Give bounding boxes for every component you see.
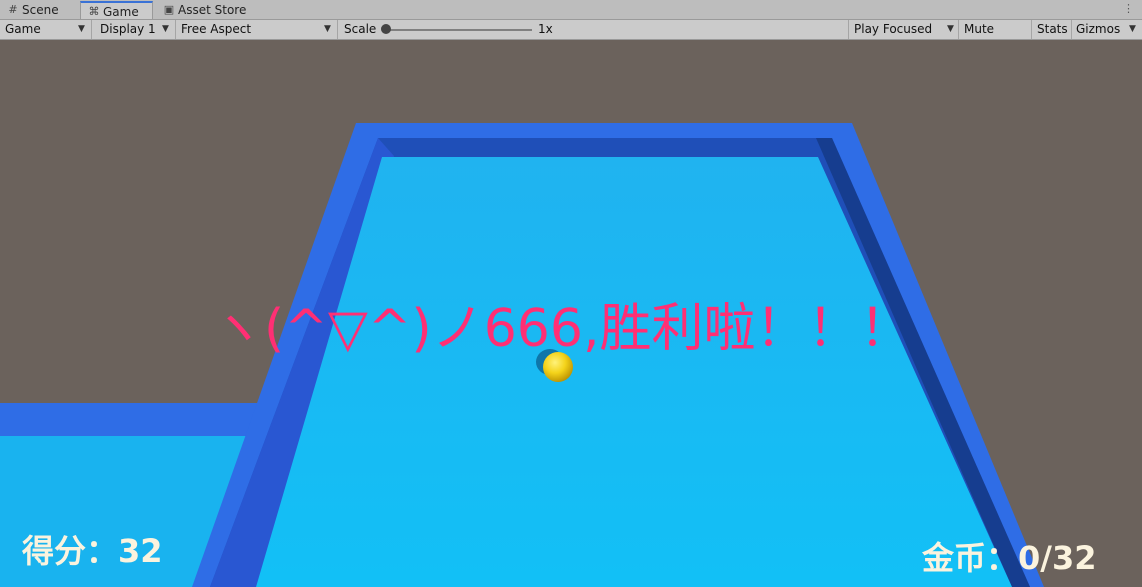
aspect-select-value: Free Aspect [181,22,252,36]
editor-tab-bar: # Scene ⌘ Game ▣ Asset Store ⋮ [0,0,1142,20]
chevron-down-icon: ▼ [324,24,331,34]
aspect-select[interactable]: Free Aspect ▼ [176,20,338,39]
more-menu-icon[interactable]: ⋮ [1123,0,1134,18]
chevron-down-icon: ▼ [162,24,169,34]
score-label: 得分： [22,532,119,570]
tab-asset-store-label: Asset Store [178,3,247,17]
main-platform-floor [256,157,1012,587]
gizmos-label: Gizmos [1076,22,1121,36]
tab-scene[interactable]: # Scene [0,1,80,19]
grid-icon: # [8,3,18,16]
coins-value: 0/32 [1018,539,1097,577]
gizmos-button[interactable]: Gizmos ▼ [1072,20,1142,39]
play-mode-select[interactable]: Play Focused ▼ [848,20,959,39]
view-select-value: Game [5,22,41,36]
tab-asset-store[interactable]: ▣ Asset Store [156,1,266,19]
game-view[interactable]: ヽ(^▽^)ノ666,胜利啦！！！ 得分：32 金币：0/32 [0,40,1142,587]
coins-label: 金币： [922,539,1019,577]
play-mode-value: Play Focused [854,22,933,36]
coins-display: 金币：0/32 [922,533,1097,579]
chevron-down-icon: ▼ [1129,24,1136,34]
tab-scene-label: Scene [22,3,59,17]
scale-slider-track[interactable] [386,29,532,31]
tab-game[interactable]: ⌘ Game [80,1,153,19]
display-select-value: Display 1 [100,22,156,36]
scale-label: Scale [344,22,377,36]
scale-value: 1x [538,22,553,36]
score-display: 得分：32 [22,526,163,572]
chevron-down-icon: ▼ [78,24,85,34]
view-select[interactable]: Game ▼ [0,20,92,39]
store-bag-icon: ▣ [163,3,175,16]
victory-message: ヽ(^▽^)ノ666,胜利啦！！！ [212,299,912,359]
display-select[interactable]: Display 1 ▼ [92,20,176,39]
stats-button[interactable]: Stats [1032,20,1072,39]
tab-game-label: Game [103,5,139,19]
scale-slider-handle[interactable] [381,24,391,34]
score-value: 32 [118,532,163,570]
gamepad-icon: ⌘ [88,5,100,18]
chevron-down-icon: ▼ [947,24,954,34]
mute-audio-button[interactable]: Mute Audio [959,20,1032,55]
game-toolbar: Game ▼ Display 1 ▼ Free Aspect ▼ Scale 1… [0,20,1142,55]
